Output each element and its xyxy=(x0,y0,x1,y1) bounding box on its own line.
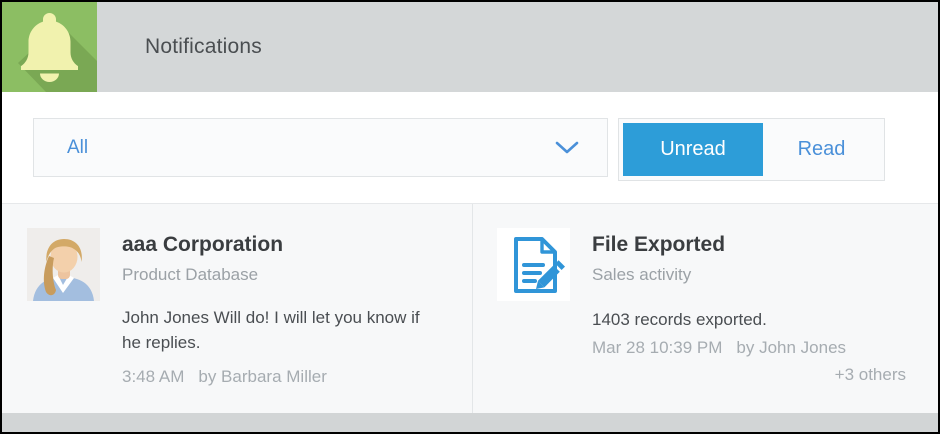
dropdown-selected-value: All xyxy=(67,137,555,159)
header: Notifications xyxy=(97,2,938,92)
bell-icon xyxy=(2,2,97,92)
notification-time: Mar 28 10:39 PM xyxy=(592,338,722,357)
notification-author: by Barbara Miller xyxy=(198,367,327,386)
notification-subtitle: Sales activity xyxy=(592,265,691,285)
notification-type-dropdown[interactable]: All xyxy=(33,118,608,177)
more-recipients-label: +3 others xyxy=(835,365,906,385)
chevron-down-icon xyxy=(555,141,579,155)
read-state-toggle: Unread Read xyxy=(618,118,885,181)
notification-title: File Exported xyxy=(592,233,725,257)
notification-meta: Mar 28 10:39 PM by John Jones xyxy=(592,338,846,358)
bottom-bar xyxy=(2,413,938,432)
read-tab[interactable]: Read xyxy=(763,123,880,176)
notifications-app-tile xyxy=(2,2,97,92)
notification-subtitle: Product Database xyxy=(122,265,258,285)
avatar xyxy=(27,228,100,301)
notification-meta: 3:48 AM by Barbara Miller xyxy=(122,367,327,387)
card-divider xyxy=(472,204,473,413)
notification-message: John Jones Will do! I will let you know … xyxy=(122,305,440,355)
notification-message: 1403 records exported. xyxy=(592,307,767,332)
notification-time: 3:48 AM xyxy=(122,367,184,386)
notifications-panel: Notifications All Unread Read xyxy=(0,0,940,434)
unread-tab[interactable]: Unread xyxy=(623,123,763,176)
notification-title: aaa Corporation xyxy=(122,233,283,257)
document-edit-icon xyxy=(497,228,570,301)
page-title: Notifications xyxy=(145,35,262,59)
notification-author: by John Jones xyxy=(736,338,846,357)
notification-list: aaa Corporation Product Database John Jo… xyxy=(2,204,938,413)
